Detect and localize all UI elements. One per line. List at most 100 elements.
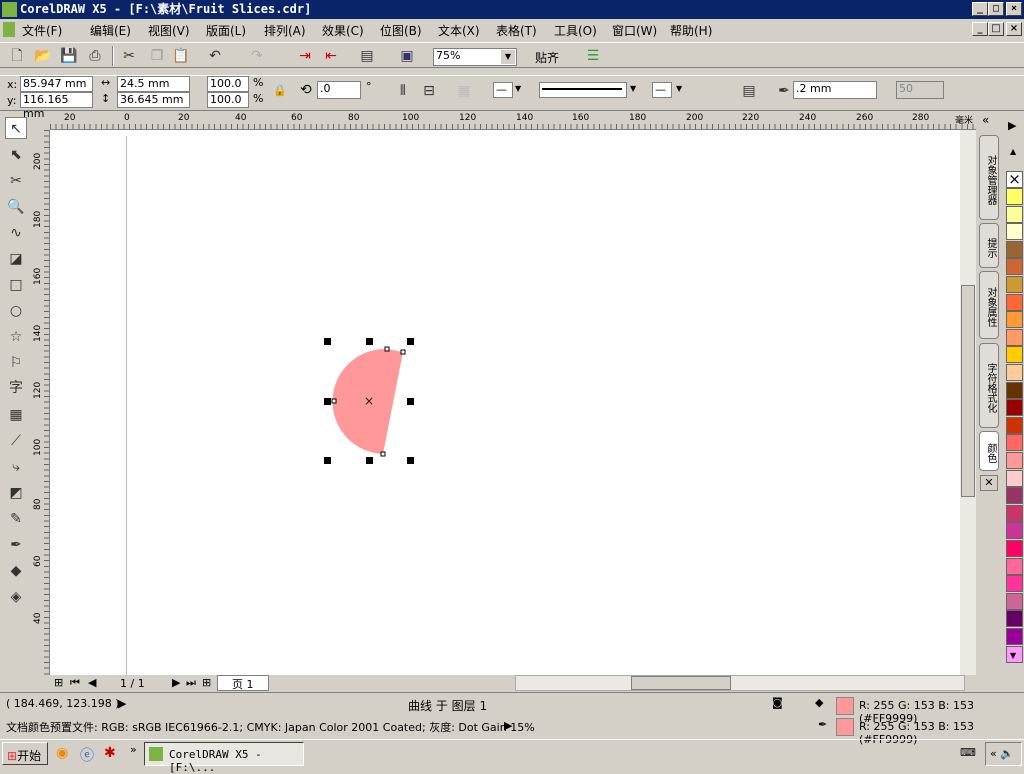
outline-style-select[interactable] — [539, 82, 627, 98]
fill-color-swatch[interactable] — [836, 697, 854, 715]
copy-icon[interactable]: ❐ — [148, 47, 166, 65]
scale-x-field[interactable]: 100.0 — [207, 76, 249, 92]
color-swatch[interactable] — [1006, 540, 1023, 557]
blend-tool-icon[interactable]: ◩ — [5, 482, 27, 504]
paste-icon[interactable]: 📋 — [172, 47, 190, 65]
zoom-level-select[interactable]: 75% ▼ — [433, 48, 517, 66]
color-swatch[interactable] — [1006, 610, 1023, 628]
vertical-ruler[interactable]: 200 180 160 140 120 100 80 60 40 — [31, 130, 50, 675]
pick-tool-icon[interactable]: ↖ — [5, 117, 27, 139]
export-icon[interactable]: ⇤ — [322, 47, 340, 65]
chevron-down-icon[interactable]: ▼ — [676, 84, 682, 93]
browser-icon[interactable]: ⓔ — [80, 745, 94, 765]
freehand-tool-icon[interactable]: ∿ — [5, 222, 27, 244]
nib-field[interactable]: 50 — [896, 81, 944, 99]
docker-character-formatting[interactable]: 字符格式化 — [979, 343, 999, 428]
menu-file[interactable]: 文件(F) — [22, 22, 62, 39]
node[interactable] — [331, 398, 337, 404]
end-arrow-select[interactable]: — — [652, 82, 672, 98]
node[interactable] — [380, 451, 386, 457]
menu-arrange[interactable]: 排列(A) — [264, 22, 306, 39]
outline-width-select[interactable]: .2 mm — [793, 81, 877, 99]
close-button[interactable]: × — [1006, 2, 1022, 16]
menu-bitmaps[interactable]: 位图(B) — [380, 22, 422, 39]
chevron-down-icon[interactable]: ▼ — [501, 50, 515, 64]
docker-hints[interactable]: 提示 — [979, 223, 999, 268]
save-icon[interactable]: 💾 — [60, 47, 78, 65]
color-swatch[interactable] — [1006, 575, 1023, 593]
wrap-text-icon[interactable]: ▤ — [740, 82, 758, 100]
rotation-angle-field[interactable]: .0 — [317, 81, 361, 99]
mirror-horizontal-icon[interactable]: ⫴ — [394, 82, 412, 100]
scroll-thumb[interactable] — [631, 676, 731, 690]
color-profile-info[interactable]: 文档颜色预置文件: RGB: sRGB IEC61966-2.1; CMYK: … — [6, 719, 535, 735]
app-quicklaunch-icon[interactable]: ✱ — [104, 745, 116, 761]
selection-handle[interactable] — [324, 457, 331, 464]
add-page-icon[interactable]: ⊞ — [54, 676, 63, 689]
cut-icon[interactable]: ✂ — [120, 47, 138, 65]
menu-text[interactable]: 文本(X) — [438, 22, 480, 39]
y-position-field[interactable]: 116.165 mm — [20, 92, 93, 120]
color-swatch[interactable] — [1006, 293, 1023, 311]
color-swatch[interactable] — [1006, 240, 1023, 258]
shape-tool-icon[interactable]: ⬉ — [5, 144, 27, 166]
expand-icon[interactable]: ▶ — [504, 719, 512, 732]
selection-handle[interactable] — [407, 457, 414, 464]
snap-to-button[interactable]: 贴齐 — [535, 49, 559, 66]
start-arrow-select[interactable]: — — [493, 82, 513, 98]
color-swatch[interactable] — [1006, 487, 1023, 505]
outline-tool-icon[interactable]: ✒ — [5, 534, 27, 556]
color-swatch[interactable] — [1006, 311, 1023, 329]
color-swatch[interactable] — [1006, 258, 1023, 276]
options-icon[interactable]: ☰ — [584, 47, 602, 65]
menu-effects[interactable]: 效果(C) — [322, 22, 364, 39]
print-icon[interactable]: ⎙ — [86, 47, 104, 65]
selection-handle[interactable] — [407, 398, 414, 405]
minimize-button[interactable]: _ — [972, 2, 988, 16]
expand-icon[interactable]: ▶ — [118, 697, 126, 710]
combine-icon[interactable]: ▦ — [455, 82, 473, 100]
color-proof-icon[interactable]: ◙ — [772, 696, 783, 709]
basic-shapes-icon[interactable]: ⚐ — [5, 352, 27, 374]
scroll-thumb[interactable] — [961, 285, 975, 497]
color-swatch[interactable] — [1006, 328, 1023, 346]
color-swatch[interactable] — [1006, 504, 1023, 522]
height-field[interactable]: 36.645 mm — [117, 92, 190, 108]
lock-ratio-icon[interactable]: 🔒 — [273, 84, 287, 97]
doc-minimize-button[interactable]: _ — [972, 22, 988, 36]
selection-handle[interactable] — [366, 338, 373, 345]
color-swatch[interactable] — [1006, 592, 1023, 610]
drawing-canvas[interactable]: × — [50, 130, 960, 676]
color-swatch[interactable] — [1006, 188, 1023, 205]
menu-view[interactable]: 视图(V) — [148, 22, 190, 39]
open-icon[interactable]: 📂 — [34, 47, 52, 65]
eyedropper-tool-icon[interactable]: ✎ — [5, 508, 27, 530]
color-swatch[interactable] — [1006, 205, 1023, 223]
page-tab-1[interactable]: 页 1 — [217, 675, 269, 691]
scale-y-field[interactable]: 100.0 — [207, 92, 249, 108]
menu-table[interactable]: 表格(T) — [496, 22, 537, 39]
node[interactable] — [400, 349, 406, 355]
table-tool-icon[interactable]: ▦ — [5, 404, 27, 426]
close-icon[interactable]: ✕ — [980, 475, 998, 491]
color-swatch[interactable] — [1006, 557, 1023, 575]
media-player-icon[interactable]: ◉ — [56, 745, 68, 761]
selection-handle[interactable] — [324, 398, 331, 405]
app-launcher-icon[interactable]: ▤ — [358, 47, 376, 65]
volume-icon[interactable]: 🔈 — [1000, 747, 1014, 760]
add-page-end-icon[interactable]: ⊞ — [202, 676, 211, 689]
doc-restore-button[interactable]: □ — [988, 22, 1004, 36]
color-swatch[interactable] — [1006, 364, 1023, 381]
prev-page-icon[interactable]: ◀ — [88, 676, 96, 689]
start-button[interactable]: ⊞开始 — [2, 742, 48, 765]
color-swatch[interactable] — [1006, 276, 1023, 293]
keyboard-icon[interactable]: ⌨ — [960, 746, 976, 759]
collapse-icon[interactable]: « — [982, 113, 989, 127]
horizontal-ruler[interactable]: 20 0 20 40 60 80 100 120 140 160 180 200… — [50, 111, 976, 130]
center-mark-icon[interactable]: × — [364, 394, 374, 408]
palette-menu-icon[interactable]: ▶ — [1008, 119, 1016, 132]
menu-help[interactable]: 帮助(H) — [670, 22, 712, 39]
polygon-tool-icon[interactable]: ☆ — [5, 326, 27, 348]
next-page-icon[interactable]: ▶ — [172, 676, 180, 689]
taskbar-coreldraw[interactable]: CorelDRAW X5 - [F:\... — [144, 742, 304, 774]
